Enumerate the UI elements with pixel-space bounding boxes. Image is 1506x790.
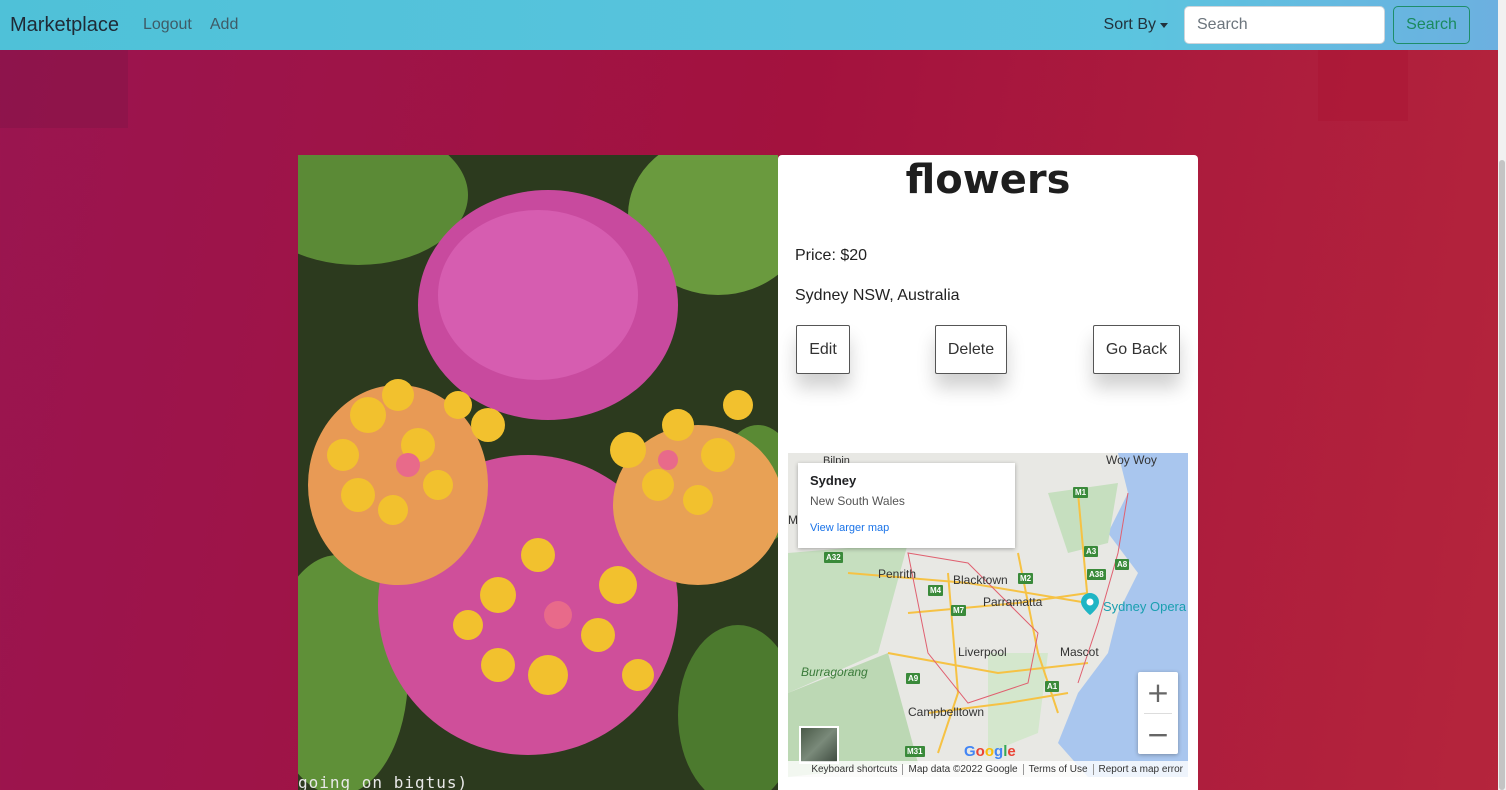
map-label-blacktown: Blacktown: [953, 573, 1008, 587]
google-logo-letter: G: [964, 743, 976, 760]
listing-price: Price: $20: [795, 247, 868, 264]
listing-card: flowers Price: $20 Sydney NSW, Australia…: [778, 155, 1198, 790]
report-map-error-link[interactable]: Report a map error: [1092, 763, 1188, 775]
keyboard-shortcuts-link[interactable]: Keyboard shortcuts: [806, 764, 902, 775]
flower-image: [298, 155, 778, 790]
road-shield: M4: [928, 585, 944, 596]
caret-down-icon: [1160, 22, 1168, 28]
scrollbar-thumb[interactable]: [1499, 160, 1505, 790]
road-shield: A32: [824, 552, 843, 563]
go-back-button[interactable]: Go Back: [1093, 325, 1180, 374]
image-caption: going on bigtus): [298, 773, 469, 790]
road-shield: A8: [1115, 559, 1130, 570]
listing-photo: going on bigtus): [298, 155, 778, 790]
google-logo-letter: g: [994, 743, 1004, 760]
listing-location: Sydney NSW, Australia: [795, 287, 960, 304]
road-shield: A38: [1087, 569, 1106, 580]
edit-button[interactable]: Edit: [796, 325, 850, 374]
logout-link[interactable]: Logout: [143, 16, 192, 34]
map-info-window: Sydney New South Wales View larger map: [798, 463, 1015, 548]
map-label-liverpool: Liverpool: [958, 645, 1007, 659]
add-link[interactable]: Add: [210, 16, 238, 34]
map-label-burragorang: Burragorang: [801, 665, 868, 679]
zoom-in-button[interactable]: +: [1138, 672, 1178, 712]
road-shield: M7: [951, 605, 967, 616]
google-logo-letter: e: [1007, 743, 1016, 760]
terms-of-use-link[interactable]: Terms of Use: [1022, 763, 1093, 775]
map-attribution-bar: Keyboard shortcuts Map data ©2022 Google…: [788, 761, 1188, 777]
zoom-out-button[interactable]: −: [1138, 714, 1178, 754]
embedded-map[interactable]: Bilpin Woy Woy Mo Penrith Blacktown Parr…: [788, 453, 1188, 777]
road-shield: M2: [1018, 573, 1034, 584]
map-info-title: Sydney: [810, 473, 857, 488]
map-label-sydney-opera: Sydney Opera: [1103, 599, 1187, 614]
search-button[interactable]: Search: [1393, 6, 1470, 44]
view-larger-map-link[interactable]: View larger map: [810, 522, 1003, 534]
brand-link[interactable]: Marketplace: [10, 14, 119, 37]
map-info-subtitle: New South Wales: [810, 494, 905, 508]
road-shield: A9: [906, 673, 921, 684]
satellite-toggle-button[interactable]: [799, 726, 839, 764]
map-label-parramatta: Parramatta: [983, 595, 1043, 609]
listing-title: flowers: [905, 157, 1071, 203]
road-shield: M31: [905, 746, 925, 757]
map-data-text: Map data ©2022 Google: [902, 763, 1022, 775]
decorative-square: [1318, 50, 1408, 121]
search-input[interactable]: [1184, 6, 1385, 44]
sort-by-dropdown[interactable]: Sort By: [1104, 16, 1168, 34]
map-zoom-control: + −: [1138, 672, 1178, 754]
sort-by-label: Sort By: [1103, 16, 1156, 33]
delete-button[interactable]: Delete: [935, 325, 1007, 374]
navbar: Marketplace Logout Add Sort By Search: [0, 0, 1498, 50]
decorative-square: [0, 50, 128, 128]
map-label-woy-woy: Woy Woy: [1106, 453, 1157, 467]
road-shield: A3: [1084, 546, 1099, 557]
page-scrollbar[interactable]: [1498, 0, 1506, 790]
road-shield: M1: [1073, 487, 1089, 498]
map-label-campbelltown: Campbelltown: [908, 705, 985, 719]
road-shield: A1: [1045, 681, 1060, 692]
map-label-penrith: Penrith: [878, 567, 917, 581]
map-pin-icon[interactable]: [1081, 593, 1099, 615]
google-logo-letter: o: [984, 743, 995, 760]
google-logo-letter: o: [975, 743, 985, 760]
map-label-mascot: Mascot: [1060, 645, 1099, 659]
google-logo: Google: [964, 743, 1016, 760]
